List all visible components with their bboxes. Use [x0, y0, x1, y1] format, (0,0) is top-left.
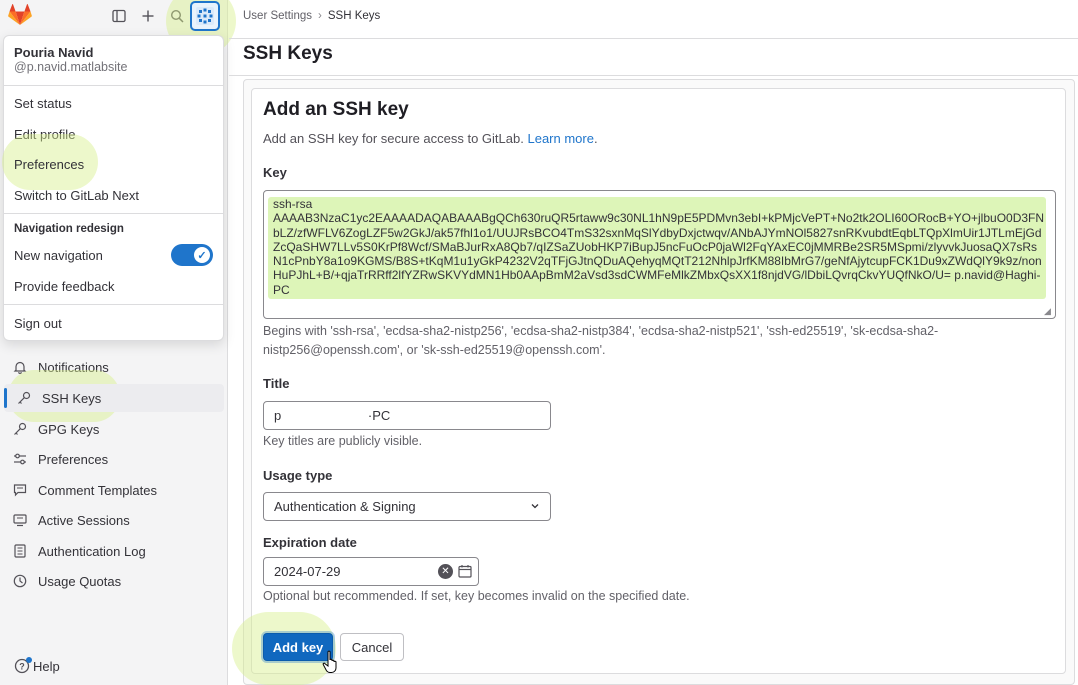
gitlab-logo-icon[interactable]	[8, 4, 32, 26]
menu-item-edit-profile[interactable]: Edit profile	[14, 127, 75, 142]
new-navigation-label: New navigation	[14, 248, 103, 263]
clear-icon[interactable]: ✕	[438, 564, 453, 579]
sidebar-item-label: Usage Quotas	[38, 573, 122, 589]
log-icon	[12, 543, 28, 559]
divider	[4, 304, 223, 305]
description-text: Add an SSH key for secure access to GitL…	[263, 131, 524, 146]
svg-text:?: ?	[19, 662, 25, 672]
search-icon[interactable]	[166, 6, 188, 26]
header-divider	[229, 38, 1078, 39]
sidebar-item-preferences[interactable]: Preferences	[0, 445, 224, 473]
menu-item-provide-feedback[interactable]: Provide feedback	[14, 279, 114, 294]
help-button[interactable]: ? Help	[14, 657, 60, 674]
sidebar-item-usage-quotas[interactable]: Usage Quotas	[0, 567, 224, 595]
learn-more-link[interactable]: Learn more	[527, 131, 593, 146]
user-avatar-button[interactable]	[190, 1, 220, 31]
resize-handle-icon[interactable]: ◢	[1044, 306, 1054, 316]
monitor-icon	[12, 512, 28, 528]
user-menu-dropdown: Pouria Navid @p.navid.matlabsite Set sta…	[2, 35, 224, 341]
sidebar-item-label: Authentication Log	[38, 543, 146, 559]
sidebar-topbar	[0, 0, 236, 56]
sidebar-item-gpg-keys[interactable]: GPG Keys	[0, 415, 224, 443]
breadcrumb-current[interactable]: SSH Keys	[328, 10, 380, 22]
sidebar-item-authentication-log[interactable]: Authentication Log	[0, 537, 224, 565]
menu-item-set-status[interactable]: Set status	[14, 96, 72, 111]
breadcrumb-parent[interactable]: User Settings	[243, 10, 312, 22]
title-input[interactable]: p ·PC	[263, 401, 551, 430]
expiration-hint: Optional but recommended. If set, key be…	[263, 589, 690, 603]
chevron-down-icon	[530, 501, 540, 514]
sidebar-item-active-sessions[interactable]: Active Sessions	[0, 506, 224, 534]
key-label: Key	[263, 165, 287, 180]
usage-type-select[interactable]: Authentication & Signing	[263, 492, 551, 521]
sidebar-item-label: Comment Templates	[38, 482, 157, 498]
user-handle[interactable]: @p.navid.matlabsite	[14, 60, 127, 74]
chevron-right-icon: ›	[318, 10, 322, 22]
new-navigation-toggle[interactable]: ✓	[171, 244, 213, 266]
sidebar-item-notifications[interactable]: Notifications	[0, 353, 224, 381]
form-heading: Add an SSH key	[263, 99, 409, 120]
sidebar-item-label: Active Sessions	[38, 512, 130, 528]
sidebar-toggle-icon[interactable]	[108, 6, 130, 26]
expiration-date-input[interactable]: 2024-07-29 ✕	[263, 557, 479, 586]
bell-icon	[12, 359, 28, 375]
sidebar-item-label: GPG Keys	[38, 421, 100, 437]
menu-item-switch-gitlab-next[interactable]: Switch to GitLab Next	[14, 188, 139, 203]
key-icon	[12, 421, 28, 437]
notification-dot	[26, 657, 32, 663]
check-icon: ✓	[194, 247, 210, 263]
preferences-icon	[12, 451, 28, 467]
divider	[4, 213, 223, 214]
title-hint: Key titles are publicly visible.	[263, 434, 423, 448]
key-hint: Begins with 'ssh-rsa', 'ecdsa-sha2-nistp…	[263, 324, 939, 357]
usage-type-label: Usage type	[263, 468, 333, 483]
key-textarea-value[interactable]: ssh-rsa AAAAB3NzaC1yc2EAAAADAQABAAABgQCh…	[273, 197, 1045, 297]
menu-item-sign-out[interactable]: Sign out	[14, 316, 62, 331]
breadcrumb: User Settings › SSH Keys	[243, 10, 380, 22]
title-label: Title	[263, 376, 290, 391]
comment-icon	[12, 482, 28, 498]
hand-cursor-icon	[322, 650, 337, 673]
usage-type-value: Authentication & Signing	[274, 499, 416, 514]
nav-redesign-heading: Navigation redesign	[14, 223, 124, 235]
menu-item-preferences[interactable]: Preferences	[14, 157, 84, 172]
title-divider	[229, 75, 1078, 76]
divider	[4, 85, 223, 86]
page-title: SSH Keys	[243, 43, 333, 64]
user-name[interactable]: Pouria Navid	[14, 45, 93, 60]
description-suffix: .	[593, 131, 598, 146]
avatar-icon	[196, 7, 214, 25]
sidebar-item-label: SSH Keys	[42, 390, 102, 406]
form-description: Add an SSH key for secure access to GitL…	[263, 131, 598, 146]
key-icon	[16, 390, 32, 406]
sidebar-item-comment-templates[interactable]: Comment Templates	[0, 476, 224, 504]
cancel-button[interactable]: Cancel	[340, 633, 404, 661]
quota-icon	[12, 573, 28, 589]
sidebar-item-label: Preferences	[38, 451, 109, 467]
calendar-icon[interactable]	[458, 564, 472, 578]
sidebar-item-ssh-keys[interactable]: SSH Keys	[4, 384, 224, 412]
plus-icon[interactable]	[137, 6, 159, 26]
sidebar-item-label: Notifications	[38, 359, 109, 375]
expiration-value: 2024-07-29	[274, 564, 341, 579]
help-label: Help	[33, 658, 60, 674]
expiration-label: Expiration date	[263, 535, 357, 550]
